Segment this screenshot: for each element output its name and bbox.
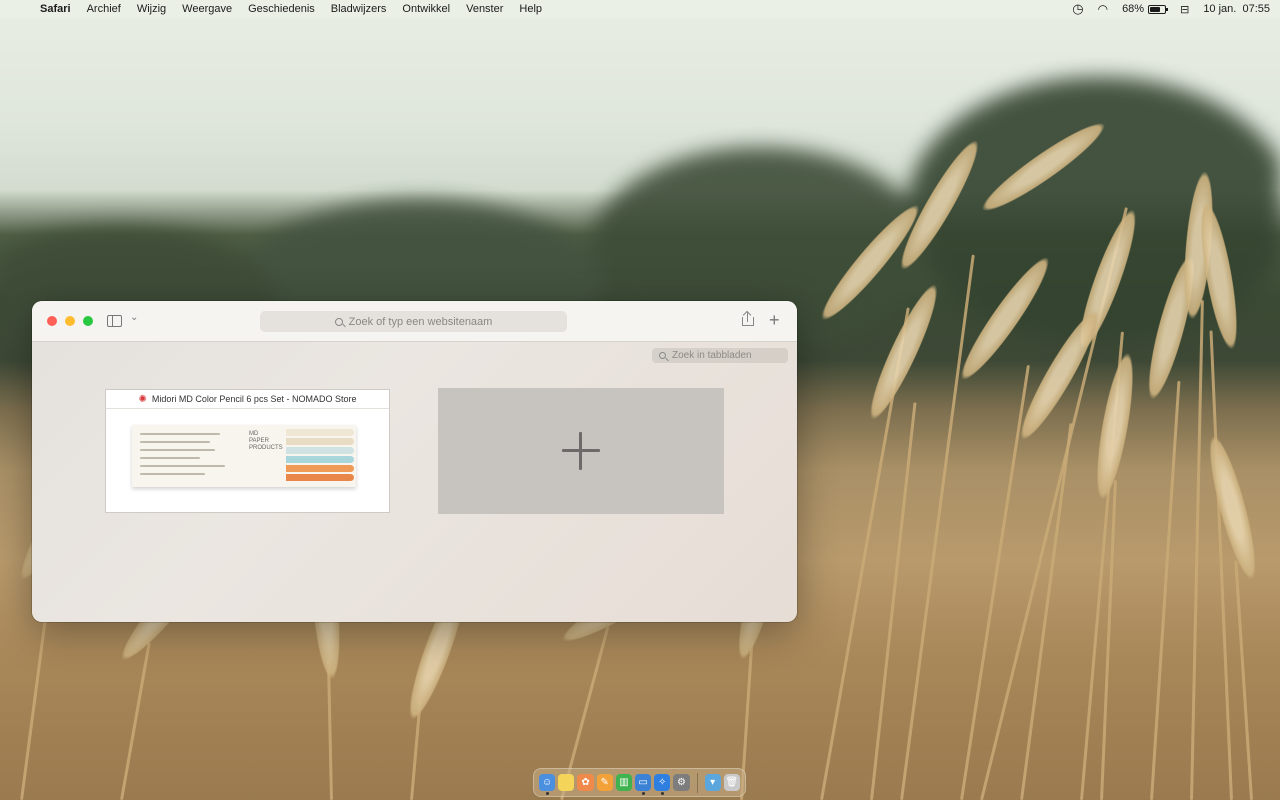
preview-pencil — [286, 429, 354, 436]
menu-item-weergave[interactable]: Weergave — [174, 3, 240, 15]
preview-pencil — [286, 474, 354, 481]
tab-search-placeholder: Zoek in tabbladen — [672, 350, 752, 361]
address-bar[interactable]: Zoek of typ een websitenaam — [260, 311, 567, 332]
preview-logo-line: PAPER — [249, 438, 269, 444]
battery-icon — [1148, 4, 1169, 14]
safari-icon[interactable]: ✧ — [654, 774, 671, 795]
preview-handwriting — [140, 433, 240, 481]
tab-search-field[interactable]: Zoek in tabbladen — [652, 348, 788, 363]
close-button[interactable] — [47, 316, 57, 326]
zoom-button[interactable] — [83, 316, 93, 326]
minimize-button[interactable] — [65, 316, 75, 326]
running-indicator — [546, 792, 549, 795]
battery-status[interactable]: 68% — [1122, 3, 1169, 15]
sidebar-toggle-icon[interactable] — [107, 315, 122, 327]
search-icon — [659, 352, 666, 359]
menu-bar: Safari Archief Wijzig Weergave Geschiedenis… — [0, 0, 1280, 18]
search-icon — [334, 317, 343, 326]
notes-icon[interactable] — [558, 774, 575, 791]
new-tab-button[interactable]: + — [769, 310, 780, 330]
menu-item-venster[interactable]: Venster — [458, 3, 511, 15]
keynote-icon[interactable]: ▭ — [635, 774, 652, 795]
dock: ☺ ✿ ✎ ▥ ▭ ✧ ⚙ ▾ 🗑 — [533, 768, 746, 797]
safari-toolbar: ⌄ Zoek of typ een websitenaam + — [32, 301, 797, 342]
clock-date: 10 jan. — [1203, 3, 1237, 15]
menu-item-wijzig[interactable]: Wijzig — [129, 3, 174, 15]
menu-items: Archief Wijzig Weergave Geschiedenis Bladwij… — [79, 3, 550, 15]
trash-icon[interactable]: 🗑 — [723, 774, 740, 791]
preview-pencil — [286, 465, 354, 472]
running-indicator — [642, 792, 646, 795]
status-area: ◷ ◠ 68% ⊟ 10 jan. 07:55 — [1072, 1, 1280, 17]
menu-item-ontwikkel[interactable]: Ontwikkel — [394, 3, 458, 15]
nomado-favicon-icon: ✺ — [138, 393, 147, 405]
share-icon[interactable] — [742, 312, 754, 326]
new-tab-card[interactable] — [438, 388, 724, 514]
tab-title-text: Midori MD Color Pencil 6 pcs Set - NOMAD… — [151, 394, 357, 404]
tab-preview-thumbnail: MD PAPER PRODUCTS — [132, 425, 356, 487]
time-machine-icon[interactable]: ◷ — [1072, 1, 1083, 17]
running-indicator — [661, 792, 665, 795]
preview-pencils — [286, 429, 354, 483]
wifi-icon[interactable]: ◠ — [1098, 2, 1108, 16]
window-controls — [47, 316, 93, 326]
menu-item-archief[interactable]: Archief — [79, 3, 129, 15]
menu-item-geschiedenis[interactable]: Geschiedenis — [240, 3, 323, 15]
preview-logo-line: MD — [249, 431, 259, 437]
system-settings-icon[interactable]: ⚙ — [673, 774, 690, 791]
downloads-folder-icon[interactable]: ▾ — [704, 774, 721, 791]
chevron-down-icon[interactable]: ⌄ — [130, 312, 138, 323]
tab-overview-card[interactable]: ✺ Midori MD Color Pencil 6 pcs Set - NOM… — [105, 389, 390, 513]
plus-icon — [562, 432, 600, 470]
pages-icon[interactable]: ✎ — [596, 774, 613, 791]
preview-pencil — [286, 447, 354, 454]
clock[interactable]: 10 jan. 07:55 — [1203, 3, 1270, 15]
safari-window: ⌄ Zoek of typ een websitenaam + Zoek in … — [32, 301, 797, 622]
preview-logo-line: PRODUCTS — [249, 445, 283, 451]
dock-separator — [696, 772, 698, 793]
numbers-icon[interactable]: ▥ — [615, 774, 633, 791]
clock-time: 07:55 — [1242, 3, 1270, 15]
menu-app-name[interactable]: Safari — [40, 3, 79, 15]
tab-card-title: ✺ Midori MD Color Pencil 6 pcs Set - NOM… — [106, 390, 389, 409]
battery-percent: 68% — [1122, 3, 1145, 15]
preview-pencil — [286, 438, 354, 445]
preview-logo: MD PAPER PRODUCTS — [249, 431, 283, 452]
control-center-icon[interactable]: ⊟ — [1180, 3, 1189, 16]
address-placeholder: Zoek of typ een websitenaam — [348, 315, 493, 328]
preview-pencil — [286, 456, 354, 463]
photos-icon[interactable]: ✿ — [577, 774, 594, 791]
menu-item-bladwijzers[interactable]: Bladwijzers — [323, 3, 395, 15]
finder-icon[interactable]: ☺ — [539, 774, 556, 795]
menu-item-help[interactable]: Help — [511, 3, 550, 15]
